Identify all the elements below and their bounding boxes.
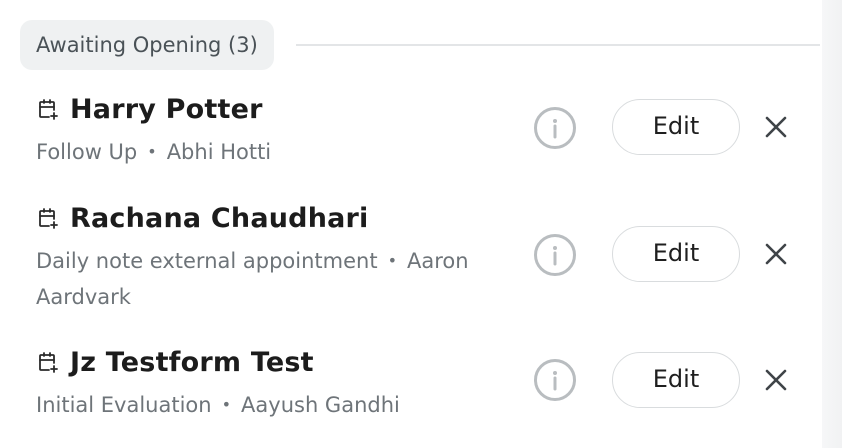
section-header: Awaiting Opening (3)	[20, 20, 820, 70]
remove-button[interactable]	[760, 364, 792, 396]
remove-button[interactable]	[760, 238, 792, 270]
separator-dot: •	[387, 251, 397, 270]
edit-button[interactable]: Edit	[612, 226, 740, 282]
scroll-gutter	[822, 0, 842, 448]
patient-name: Jz Testform Test	[70, 346, 314, 378]
patient-name: Rachana Chaudhari	[70, 202, 369, 234]
patient-name: Harry Potter	[70, 93, 263, 125]
appointment-meta: Follow Up • Abhi Hotti	[36, 134, 506, 170]
separator-dot: •	[147, 142, 157, 161]
calendar-plus-icon	[36, 97, 60, 121]
appointment-meta: Daily note external appointment • Aaron Aa…	[36, 243, 506, 315]
info-button[interactable]	[534, 359, 576, 401]
calendar-plus-icon	[36, 350, 60, 374]
edit-button[interactable]: Edit	[612, 99, 740, 155]
info-circle-icon	[553, 371, 557, 391]
separator-dot: •	[221, 395, 232, 414]
appointment-title-row: Rachana Chaudhari	[36, 201, 369, 235]
appointment-type: Follow Up	[36, 140, 138, 164]
appointment-type: Initial Evaluation	[36, 393, 212, 417]
appointment-title-row: Harry Potter	[36, 92, 263, 126]
close-icon	[765, 116, 787, 138]
calendar-plus-icon	[36, 206, 60, 230]
appointment-title-row: Jz Testform Test	[36, 345, 314, 379]
appointment-meta: Initial Evaluation • Aayush Gandhi	[36, 387, 506, 423]
info-button[interactable]	[534, 234, 576, 276]
info-circle-icon	[553, 246, 557, 266]
close-icon	[765, 369, 787, 391]
info-circle-icon	[553, 119, 557, 139]
close-icon	[765, 243, 787, 265]
remove-button[interactable]	[760, 111, 792, 143]
provider-name: Aayush Gandhi	[241, 393, 400, 417]
section-title: Awaiting Opening (3)	[20, 20, 274, 70]
section-divider	[296, 44, 820, 46]
appointment-type: Daily note external appointment	[36, 249, 378, 273]
edit-button[interactable]: Edit	[612, 352, 740, 408]
info-button[interactable]	[534, 107, 576, 149]
provider-name: Abhi Hotti	[166, 140, 272, 164]
